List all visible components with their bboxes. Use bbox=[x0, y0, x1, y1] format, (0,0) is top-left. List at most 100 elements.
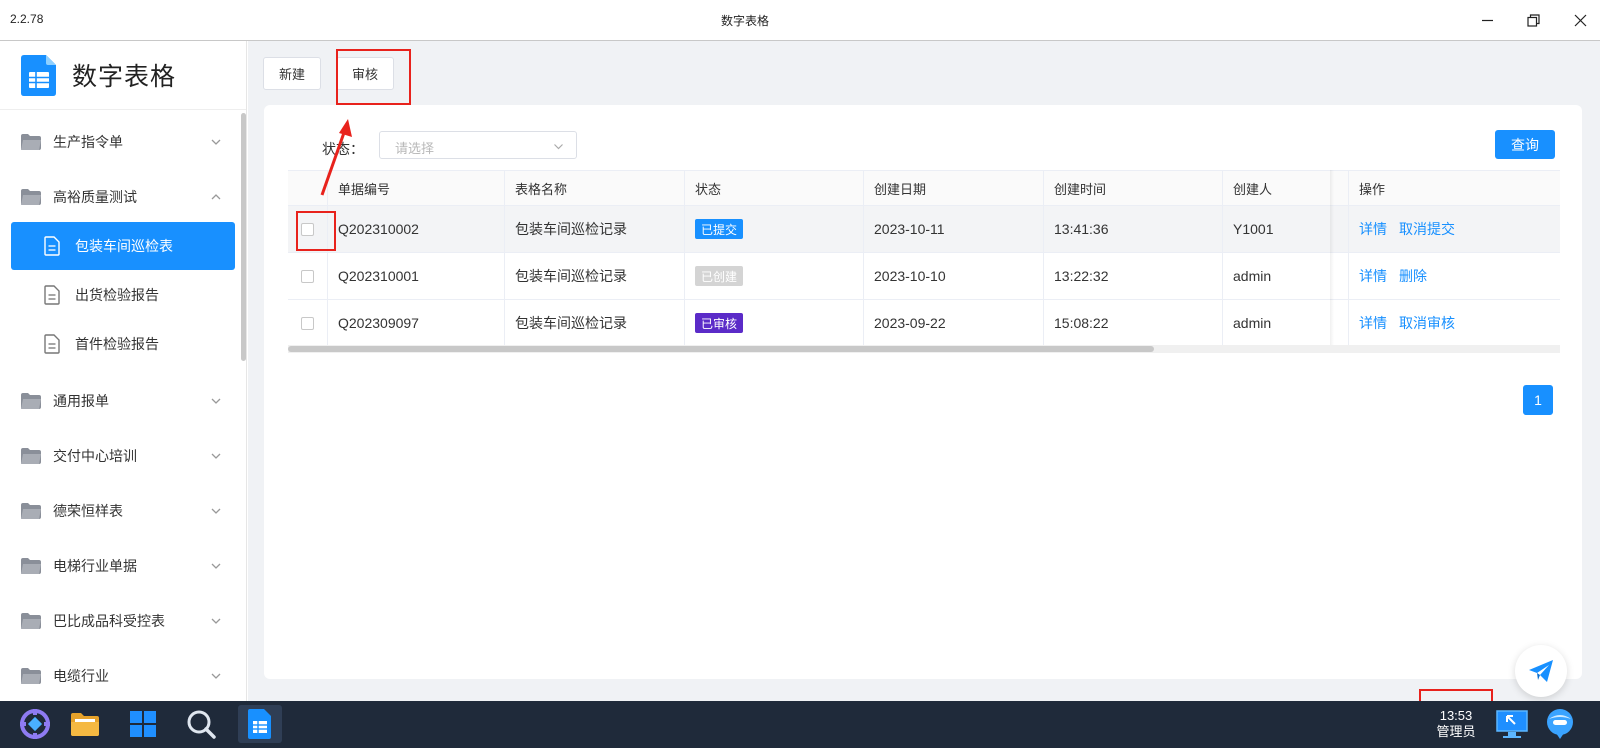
sidebar-group-delivery-training[interactable]: 交付中心培训 bbox=[0, 436, 240, 476]
status-cell: 已提交 bbox=[685, 206, 864, 252]
table-row[interactable]: Q202310002 包装车间巡检记录 已提交 2023-10-11 13:41… bbox=[288, 206, 1560, 253]
column-header: 状态 bbox=[685, 171, 864, 205]
sidebar-group-label: 电梯行业单据 bbox=[53, 558, 137, 574]
detail-link[interactable]: 详情 bbox=[1359, 266, 1387, 286]
sidebar-group-sample-tables[interactable]: 德荣恒样表 bbox=[0, 491, 240, 531]
status-select-placeholder: 请选择 bbox=[395, 141, 435, 156]
table-horizontal-scrollbar[interactable] bbox=[288, 345, 1560, 353]
delete-link[interactable]: 删除 bbox=[1399, 266, 1427, 286]
chevron-down-icon bbox=[211, 139, 221, 145]
new-button[interactable]: 新建 bbox=[263, 57, 321, 90]
sidebar-group-quality-test[interactable]: 高裕质量测试 bbox=[0, 177, 240, 217]
taskbar-assistant[interactable] bbox=[1538, 705, 1582, 743]
form-name: 包装车间巡检记录 bbox=[505, 300, 685, 346]
search-icon bbox=[187, 710, 216, 739]
cancel-review-link[interactable]: 取消审核 bbox=[1399, 313, 1455, 333]
restore-button[interactable] bbox=[1518, 8, 1548, 32]
status-cell: 已创建 bbox=[685, 253, 864, 299]
paper-plane-icon bbox=[1529, 660, 1553, 682]
sidebar-group-label: 电缆行业 bbox=[53, 668, 109, 684]
column-header: 创建时间 bbox=[1044, 171, 1223, 205]
status-cell: 已审核 bbox=[685, 300, 864, 346]
actions-cell: 详情 删除 bbox=[1349, 253, 1560, 299]
detail-link[interactable]: 详情 bbox=[1359, 313, 1387, 333]
chevron-down-icon bbox=[211, 618, 221, 624]
sidebar-item-first-article-report[interactable]: 首件检验报告 bbox=[0, 320, 240, 368]
app-grid-icon bbox=[130, 711, 156, 737]
sidebar-group-controlled-tables[interactable]: 巴比成品科受控表 bbox=[0, 601, 240, 641]
created-date: 2023-09-22 bbox=[864, 300, 1044, 346]
minimize-button[interactable] bbox=[1472, 8, 1502, 32]
query-button[interactable]: 查询 bbox=[1495, 130, 1555, 159]
cancel-submit-link[interactable]: 取消提交 bbox=[1399, 219, 1455, 239]
sidebar-scrollbar[interactable] bbox=[241, 113, 246, 361]
taskbar-search[interactable] bbox=[179, 705, 223, 743]
assistant-icon bbox=[1547, 709, 1573, 739]
send-float-button[interactable] bbox=[1515, 645, 1567, 697]
status-badge: 已创建 bbox=[695, 266, 744, 286]
scrollbar-thumb[interactable] bbox=[288, 346, 1154, 352]
sidebar-item-packaging-inspection[interactable]: 包装车间巡检表 bbox=[11, 222, 235, 270]
taskbar-show-desktop[interactable] bbox=[1490, 705, 1534, 743]
row-select-cell bbox=[288, 206, 328, 252]
current-user: 管理员 bbox=[1436, 724, 1476, 739]
sidebar-group-label: 通用报单 bbox=[53, 393, 109, 409]
created-time: 13:41:36 bbox=[1044, 206, 1223, 252]
sidebar: 数字表格 生产指令单 高裕质量测试 包装车间巡检表 出货检验报告 首件检验报告 bbox=[0, 41, 247, 701]
folder-icon bbox=[21, 448, 41, 464]
list-panel: 状态： 请选择 查询 单据编号 表格名称 状态 创建日期 创建时间 创建人 操作… bbox=[264, 105, 1582, 679]
column-header: 创建日期 bbox=[864, 171, 1044, 205]
row-checkbox[interactable] bbox=[301, 269, 314, 283]
sidebar-item-label: 首件检验报告 bbox=[75, 336, 159, 352]
sidebar-group-cable-industry[interactable]: 电缆行业 bbox=[0, 656, 240, 696]
close-button[interactable] bbox=[1565, 8, 1595, 32]
sidebar-group-label: 交付中心培训 bbox=[53, 448, 137, 464]
status-badge: 已提交 bbox=[695, 219, 744, 239]
sidebar-group-general-report[interactable]: 通用报单 bbox=[0, 381, 240, 421]
column-header: 单据编号 bbox=[328, 171, 505, 205]
actions-cell: 详情 取消提交 bbox=[1349, 206, 1560, 252]
taskbar-clock[interactable]: 13:53 管理员 bbox=[1421, 708, 1491, 740]
taskbar-spreadsheet-app[interactable] bbox=[238, 705, 282, 743]
spreadsheet-icon bbox=[248, 709, 271, 739]
detail-link[interactable]: 详情 bbox=[1359, 219, 1387, 239]
taskbar-start-button[interactable] bbox=[13, 705, 57, 743]
created-date: 2023-10-11 bbox=[864, 206, 1044, 252]
created-time: 13:22:32 bbox=[1044, 253, 1223, 299]
sidebar-item-shipment-report[interactable]: 出货检验报告 bbox=[0, 271, 240, 319]
table-header: 单据编号 表格名称 状态 创建日期 创建时间 创建人 操作 bbox=[288, 170, 1560, 206]
status-badge: 已审核 bbox=[695, 313, 744, 333]
launcher-icon bbox=[20, 709, 50, 739]
doc-id: Q202310002 bbox=[328, 206, 505, 252]
creator: admin bbox=[1223, 253, 1349, 299]
row-checkbox[interactable] bbox=[301, 316, 314, 330]
brand: 数字表格 bbox=[0, 41, 246, 110]
folder-icon bbox=[21, 558, 41, 574]
taskbar-file-manager[interactable] bbox=[63, 705, 107, 743]
header-select-cell bbox=[288, 171, 328, 205]
review-button[interactable]: 审核 bbox=[336, 57, 394, 90]
folder-icon bbox=[21, 393, 41, 409]
page-button-current[interactable]: 1 bbox=[1523, 385, 1553, 415]
sidebar-group-production-order[interactable]: 生产指令单 bbox=[0, 122, 240, 162]
status-select[interactable]: 请选择 bbox=[379, 131, 577, 159]
table-row[interactable]: Q202310001 包装车间巡检记录 已创建 2023-10-10 13:22… bbox=[288, 253, 1560, 300]
chevron-down-icon bbox=[211, 398, 221, 404]
taskbar-app-center[interactable] bbox=[121, 705, 165, 743]
actions-cell: 详情 取消审核 bbox=[1349, 300, 1560, 346]
document-icon bbox=[44, 285, 60, 305]
sidebar-item-label: 包装车间巡检表 bbox=[75, 238, 173, 254]
chevron-down-icon bbox=[554, 144, 563, 150]
column-header: 操作 bbox=[1359, 181, 1386, 197]
table-row[interactable]: Q202309097 包装车间巡检记录 已审核 2023-09-22 15:08… bbox=[288, 300, 1560, 347]
row-checkbox[interactable] bbox=[301, 222, 314, 236]
folder-icon bbox=[21, 613, 41, 629]
sidebar-group-elevator-docs[interactable]: 电梯行业单据 bbox=[0, 546, 240, 586]
row-select-cell bbox=[288, 300, 328, 346]
brand-title: 数字表格 bbox=[72, 63, 177, 91]
records-table: 单据编号 表格名称 状态 创建日期 创建时间 创建人 操作 Q202310002… bbox=[288, 170, 1560, 347]
sidebar-item-label: 出货检验报告 bbox=[75, 287, 159, 303]
folder-icon bbox=[21, 189, 41, 205]
title-bar: 2.2.78 数字表格 bbox=[0, 0, 1600, 41]
form-name: 包装车间巡检记录 bbox=[505, 206, 685, 252]
